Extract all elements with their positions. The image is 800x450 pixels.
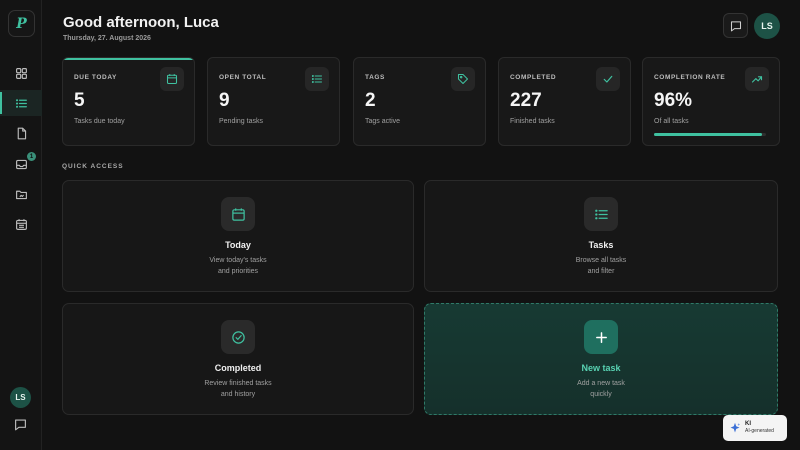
desc-line: Review finished tasks xyxy=(204,380,272,387)
stat-value: 9 xyxy=(219,90,230,111)
desc-line: and priorities xyxy=(217,268,259,275)
inbox-badge: 1 xyxy=(27,152,36,161)
stat-label: COMPLETION RATE xyxy=(654,74,726,81)
stat-icon-box xyxy=(596,67,620,91)
list-icon xyxy=(594,209,608,219)
stat-label: TAGS xyxy=(365,74,385,81)
grid-icon xyxy=(15,67,27,79)
check-circle-icon xyxy=(231,330,245,344)
stat-icon-box xyxy=(160,67,184,91)
quick-card-new-task[interactable]: New task Add a new task quickly xyxy=(424,303,778,415)
ai-badge-label: KI xyxy=(745,421,751,427)
chat-icon xyxy=(730,20,741,31)
page-title: Good afternoon, Luca xyxy=(63,14,219,31)
stat-subtext: Tags active xyxy=(365,118,401,125)
stat-subtext: Pending tasks xyxy=(219,118,263,125)
stat-label: DUE TODAY xyxy=(74,74,117,81)
sidebar-item-projects[interactable] xyxy=(0,181,42,207)
quick-card-description: Browse all tasks and filter xyxy=(425,255,777,277)
sidebar-item-calendar[interactable] xyxy=(0,211,42,237)
completion-progress-fill xyxy=(654,133,762,136)
tag-icon xyxy=(457,73,469,85)
inbox-icon xyxy=(15,159,27,169)
folder-icon xyxy=(15,190,27,199)
stat-card-completed[interactable]: COMPLETED 227 Finished tasks xyxy=(498,57,631,146)
sidebar-item-inbox[interactable]: 1 xyxy=(0,151,42,177)
stat-value: 227 xyxy=(510,90,542,111)
stat-card-tags[interactable]: TAGS 2 Tags active xyxy=(353,57,486,146)
stat-card-due-today[interactable]: DUE TODAY 5 Tasks due today xyxy=(62,57,195,146)
quick-card-description: Add a new task quickly xyxy=(425,378,777,400)
check-icon xyxy=(603,75,613,83)
quick-card-tasks[interactable]: Tasks Browse all tasks and filter xyxy=(424,180,778,292)
chat-button[interactable] xyxy=(723,13,748,38)
calendar-icon xyxy=(166,74,178,85)
feedback-button[interactable] xyxy=(14,418,27,436)
stat-card-completion-rate[interactable]: COMPLETION RATE 96% Of all tasks xyxy=(642,57,780,146)
quick-card-title: New task xyxy=(581,363,621,373)
user-avatar[interactable]: LS xyxy=(10,387,31,408)
quick-card-icon-box xyxy=(584,197,618,231)
stat-icon-box xyxy=(305,67,329,91)
desc-line: and filter xyxy=(587,268,615,275)
quick-card-icon-box xyxy=(221,320,255,354)
quick-card-icon-box xyxy=(584,320,618,354)
calendar-icon xyxy=(15,218,27,230)
plus-icon xyxy=(595,331,607,343)
stat-subtext: Of all tasks xyxy=(654,118,689,125)
stat-value: 96% xyxy=(654,90,693,111)
sidebar-item-tasks[interactable] xyxy=(0,90,42,116)
section-title: QUICK ACCESS xyxy=(62,163,124,170)
sidebar-item-dashboard[interactable] xyxy=(0,60,42,86)
stat-label: COMPLETED xyxy=(510,74,557,81)
chat-icon xyxy=(15,419,26,431)
stat-icon-box xyxy=(745,67,769,91)
stat-subtext: Tasks due today xyxy=(74,118,125,125)
stat-label: OPEN TOTAL xyxy=(219,74,267,81)
trending-up-icon xyxy=(751,76,763,83)
desc-line: quickly xyxy=(590,391,612,398)
list-icon xyxy=(15,98,27,108)
sidebar: P 1 LS xyxy=(0,0,42,450)
desc-line: Add a new task xyxy=(577,380,625,387)
quick-card-icon-box xyxy=(221,197,255,231)
quick-card-title: Tasks xyxy=(588,240,614,250)
quick-card-description: Review finished tasks and history xyxy=(63,378,413,400)
ai-badge-text: AI-generated xyxy=(745,428,774,434)
quick-card-today[interactable]: Today View today's tasks and priorities xyxy=(62,180,414,292)
desc-line: Browse all tasks xyxy=(575,257,627,264)
sparkle-icon xyxy=(730,422,741,433)
calendar-icon xyxy=(231,207,245,221)
desc-line: View today's tasks xyxy=(209,257,267,264)
sidebar-item-notes[interactable] xyxy=(0,120,42,146)
stat-icon-box xyxy=(451,67,475,91)
quick-card-title: Completed xyxy=(214,363,262,373)
quick-card-description: View today's tasks and priorities xyxy=(63,255,413,277)
file-icon xyxy=(17,127,26,139)
completion-progress-bar xyxy=(654,133,766,136)
ai-generated-badge: KI AI-generated xyxy=(723,415,787,441)
desc-line: and history xyxy=(220,391,256,398)
quick-card-title: Today xyxy=(225,240,251,250)
app-logo[interactable]: P xyxy=(8,10,35,37)
stat-value: 5 xyxy=(74,90,85,111)
quick-card-completed[interactable]: Completed Review finished tasks and hist… xyxy=(62,303,414,415)
current-date: Thursday, 27. August 2026 xyxy=(63,35,151,42)
logo-letter: P xyxy=(16,15,27,32)
stat-card-open-total[interactable]: OPEN TOTAL 9 Pending tasks xyxy=(207,57,340,146)
list-icon xyxy=(311,75,323,83)
user-avatar[interactable]: LS xyxy=(754,13,780,39)
stat-value: 2 xyxy=(365,90,376,111)
stat-subtext: Finished tasks xyxy=(510,118,555,125)
